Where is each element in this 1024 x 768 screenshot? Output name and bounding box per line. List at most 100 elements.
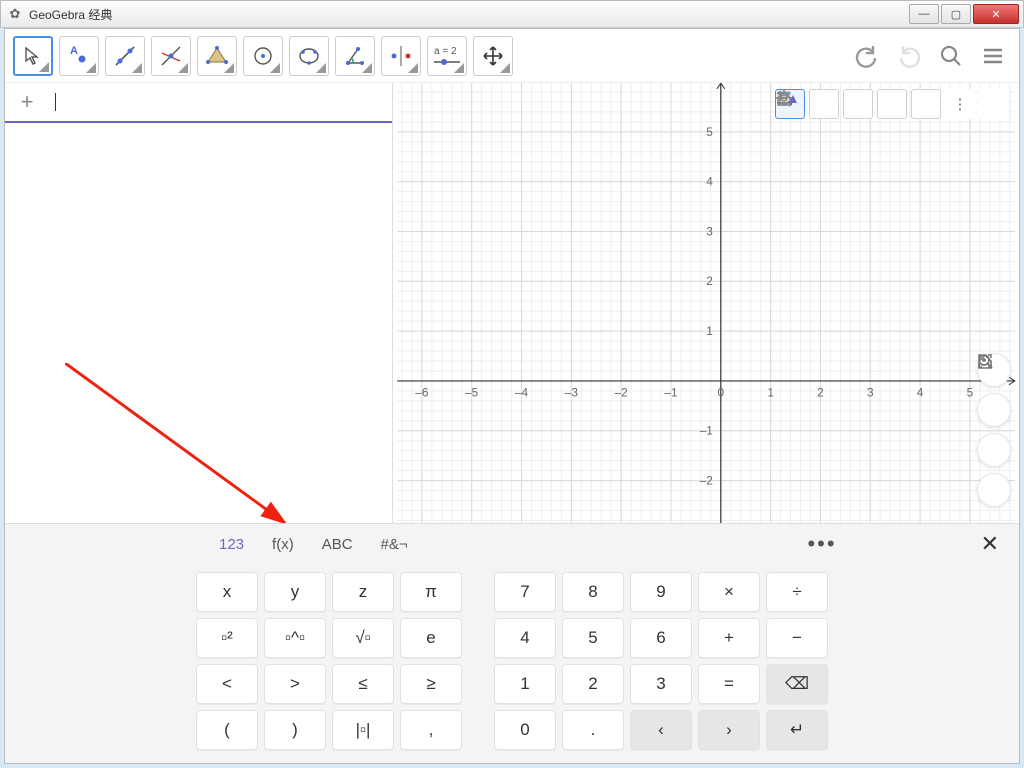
window-close-button[interactable]: ✕ [973, 4, 1019, 24]
graphics-settings-button[interactable] [911, 89, 941, 119]
graphics-more-button[interactable]: ⋮ [945, 89, 975, 119]
svg-text:0: 0 [718, 386, 725, 400]
key-9[interactable]: 9 [630, 572, 692, 612]
key-‹[interactable]: ‹ [630, 710, 692, 750]
svg-text:2: 2 [706, 274, 713, 288]
zoom-out-button[interactable] [977, 433, 1011, 467]
svg-text:4: 4 [917, 386, 924, 400]
svg-text:–5: –5 [465, 386, 479, 400]
key-√▫[interactable]: √▫ [332, 618, 394, 658]
zoom-in-button[interactable] [977, 393, 1011, 427]
toggle-grid-button[interactable] [809, 89, 839, 119]
key-1[interactable]: 1 [494, 664, 556, 704]
tool-circle[interactable] [243, 36, 283, 76]
keyboard-close-button[interactable]: ✕ [971, 531, 1009, 557]
key-4[interactable]: 4 [494, 618, 556, 658]
key-e[interactable]: e [400, 618, 462, 658]
keyboard-keys: xyzπ ▫²▫^▫√▫e <>≤≥ ()|▫|, 789×÷ 456+− 123=⌫ 0.… [5, 564, 1019, 763]
svg-text:1: 1 [767, 386, 774, 400]
keyboard-tabs: 123 f(x) ABC #&¬ ••• ✕ [5, 524, 1019, 564]
key-)[interactable]: ) [264, 710, 326, 750]
graphics-zoom-controls [977, 353, 1011, 507]
svg-text:5: 5 [967, 386, 974, 400]
views-menu-button[interactable] [979, 89, 1009, 119]
key->[interactable]: > [264, 664, 326, 704]
svg-text:2: 2 [817, 386, 824, 400]
tool-angle[interactable] [335, 36, 375, 76]
key-3[interactable]: 3 [630, 664, 692, 704]
key-↵[interactable]: ↵ [766, 710, 828, 750]
algebra-input-row: + [5, 83, 392, 123]
virtual-keyboard: 123 f(x) ABC #&¬ ••• ✕ xyzπ ▫²▫^▫√▫e <>≤≥ (… [5, 523, 1019, 763]
redo-button[interactable] [891, 38, 927, 74]
tool-move[interactable] [13, 36, 53, 76]
key-×[interactable]: × [698, 572, 760, 612]
key-2[interactable]: 2 [562, 664, 624, 704]
tool-slider[interactable]: a = 2 [427, 36, 467, 76]
svg-text:–6: –6 [415, 386, 429, 400]
key-π[interactable]: π [400, 572, 462, 612]
key-7[interactable]: 7 [494, 572, 556, 612]
key-−[interactable]: − [766, 618, 828, 658]
svg-text:1: 1 [706, 324, 713, 338]
svg-text:–2: –2 [615, 386, 628, 400]
key-<[interactable]: < [196, 664, 258, 704]
fullscreen-button[interactable] [977, 473, 1011, 507]
menu-button[interactable] [975, 38, 1011, 74]
tool-point[interactable]: A [59, 36, 99, 76]
add-object-button[interactable]: + [5, 89, 49, 115]
svg-text:5: 5 [706, 125, 713, 139]
undo-button[interactable] [849, 38, 885, 74]
key-=[interactable]: = [698, 664, 760, 704]
key-›[interactable]: › [698, 710, 760, 750]
keyboard-tab-numeric[interactable]: 123 [205, 524, 258, 564]
key-≤[interactable]: ≤ [332, 664, 394, 704]
svg-text:3: 3 [867, 386, 874, 400]
svg-text:3: 3 [706, 224, 713, 238]
svg-text:a = 2: a = 2 [434, 46, 457, 57]
tool-translate[interactable] [473, 36, 513, 76]
key-|▫|[interactable]: |▫| [332, 710, 394, 750]
standard-view-button[interactable] [843, 89, 873, 119]
key-y[interactable]: y [264, 572, 326, 612]
window-minimize-button[interactable]: — [909, 4, 939, 24]
point-capture-button[interactable] [877, 89, 907, 119]
svg-text:–1: –1 [664, 386, 677, 400]
tool-conic[interactable] [289, 36, 329, 76]
keyboard-tab-abc[interactable]: ABC [308, 524, 367, 564]
search-button[interactable] [933, 38, 969, 74]
tool-reflect[interactable] [381, 36, 421, 76]
tool-line[interactable] [105, 36, 145, 76]
svg-text:–4: –4 [515, 386, 529, 400]
svg-text:–3: –3 [565, 386, 579, 400]
window-maximize-button[interactable]: ▢ [941, 4, 971, 24]
key-▫^▫[interactable]: ▫^▫ [264, 618, 326, 658]
key-≥[interactable]: ≥ [400, 664, 462, 704]
key-÷[interactable]: ÷ [766, 572, 828, 612]
graphics-view[interactable]: –6–5–4–3–2–101234512345–1–2 ⋮ [393, 83, 1019, 523]
svg-text:4: 4 [706, 175, 713, 189]
key-6[interactable]: 6 [630, 618, 692, 658]
keyboard-tab-functions[interactable]: f(x) [258, 524, 308, 564]
tool-perpendicular[interactable] [151, 36, 191, 76]
key-8[interactable]: 8 [562, 572, 624, 612]
key-+[interactable]: + [698, 618, 760, 658]
key-0[interactable]: 0 [494, 710, 556, 750]
key-x[interactable]: x [196, 572, 258, 612]
tool-polygon[interactable] [197, 36, 237, 76]
key-z[interactable]: z [332, 572, 394, 612]
key-,[interactable]: , [400, 710, 462, 750]
svg-text:–2: –2 [700, 474, 713, 488]
keyboard-more-button[interactable]: ••• [793, 531, 850, 557]
key-([interactable]: ( [196, 710, 258, 750]
key-▫²[interactable]: ▫² [196, 618, 258, 658]
algebra-view: + [5, 83, 393, 523]
keyboard-tab-symbols[interactable]: #&¬ [367, 524, 422, 564]
svg-text:A: A [70, 45, 78, 57]
key-.[interactable]: . [562, 710, 624, 750]
window-title: GeoGebra 经典 [29, 6, 112, 23]
algebra-input[interactable] [49, 83, 392, 121]
key-5[interactable]: 5 [562, 618, 624, 658]
workspace: + –6–5–4–3–2–101234512345–1–2 ⋮ [5, 83, 1019, 523]
key-⌫[interactable]: ⌫ [766, 664, 828, 704]
